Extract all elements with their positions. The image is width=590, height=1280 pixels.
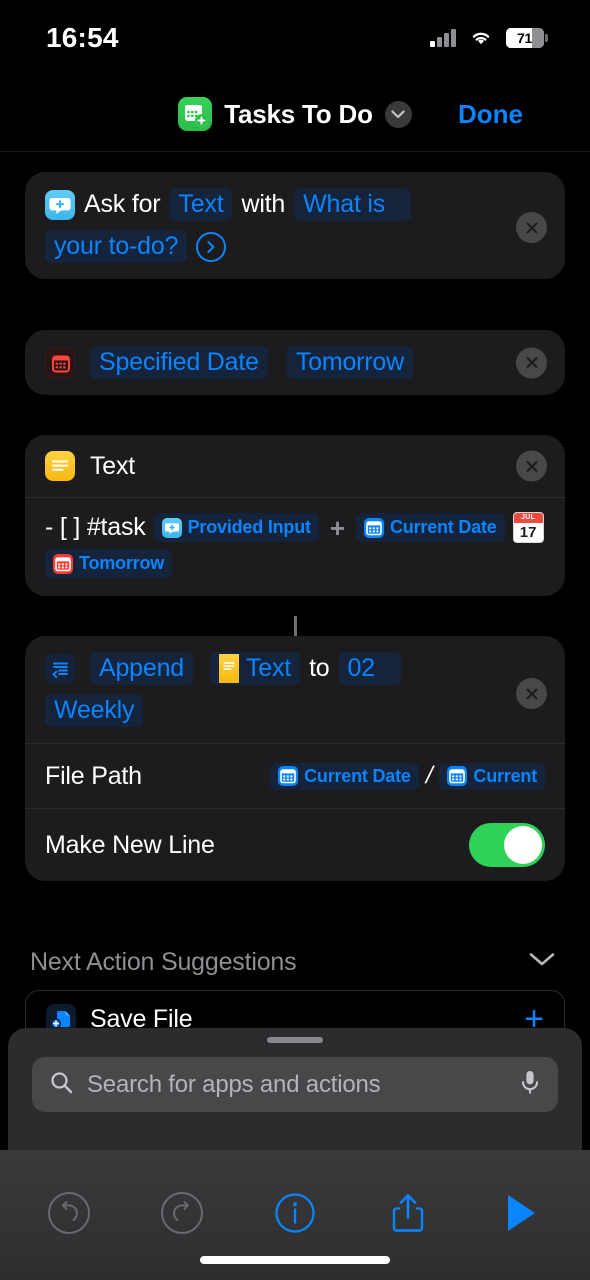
cellular-bars-icon (430, 29, 456, 47)
next-action-suggestions-header[interactable]: Next Action Suggestions (0, 942, 590, 982)
token-label: Current Date (304, 765, 411, 786)
page-title: Tasks To Do (224, 98, 373, 129)
ask-for-input-mini-icon (161, 517, 182, 538)
status-indicators: 71 (430, 28, 548, 48)
token-date-mode[interactable]: Specified Date (90, 346, 268, 379)
token-target-line2[interactable]: Weekly (45, 694, 144, 727)
token-prompt-line1[interactable]: What is (294, 188, 412, 221)
shortcut-title-group[interactable]: Tasks To Do (178, 97, 412, 131)
action-title-text: Text (90, 451, 136, 480)
token-append-subject[interactable]: Text (210, 652, 301, 685)
close-icon[interactable] (516, 347, 547, 378)
search-icon (49, 1070, 74, 1100)
token-current-date-2[interactable]: Current (439, 762, 545, 790)
share-icon[interactable] (382, 1187, 434, 1239)
shortcut-canvas: Ask for Text with What is your to-do? Sp… (0, 152, 590, 1048)
calendar-red-mini-icon (53, 553, 73, 574)
token-provided-input[interactable]: Provided Input (153, 513, 319, 542)
editor-toolbar (0, 1150, 590, 1280)
param-label: Make New Line (45, 830, 215, 859)
token-prompt-line2[interactable]: your to-do? (45, 230, 188, 263)
action-card-date[interactable]: Specified Date Tomorrow (25, 330, 565, 395)
action-card-append[interactable]: Append Text to 02 Weekly File Path Curre… (25, 636, 565, 881)
chevron-down-icon[interactable] (529, 952, 555, 972)
calendar-blue-mini-icon (364, 517, 384, 538)
text-mini-icon (219, 654, 239, 683)
path-separator: / (422, 762, 436, 789)
chevron-right-circle-icon[interactable] (196, 231, 227, 262)
search-bar[interactable] (32, 1057, 558, 1112)
calendar-blue-mini-icon (447, 766, 468, 786)
shortcuts-editor-screen: 16:54 71 Tasks To Do Done Ask for Text w… (0, 0, 590, 1280)
token-target-line1[interactable]: 02 (338, 652, 401, 685)
token-label: Current (473, 765, 537, 786)
suggestions-title: Next Action Suggestions (30, 947, 297, 976)
text-icon (45, 451, 75, 481)
calendar-emoji-month: JUL (513, 513, 543, 524)
battery-percent: 71 (517, 30, 532, 46)
token-input-type[interactable]: Text (169, 188, 233, 221)
token-current-date[interactable]: Current Date (356, 513, 505, 542)
action-row: Specified Date Tomorrow (25, 330, 565, 395)
token-tomorrow[interactable]: Tomorrow (45, 549, 173, 578)
calendar-add-icon (178, 97, 213, 131)
param-label: File Path (45, 761, 142, 790)
ask-for-input-icon (45, 189, 75, 220)
undo-icon[interactable] (43, 1187, 95, 1239)
calendar-emoji-day: 17 (519, 524, 537, 542)
play-icon[interactable] (495, 1187, 547, 1239)
action-row: Append Text to 02 Weekly (25, 636, 565, 743)
close-icon[interactable] (516, 678, 547, 709)
status-bar: 16:54 71 (0, 0, 590, 76)
param-value[interactable]: Current Date / Current (270, 762, 545, 790)
info-circle-icon[interactable] (269, 1187, 321, 1239)
microphone-icon[interactable] (519, 1069, 541, 1100)
wifi-icon (469, 29, 493, 47)
calendar-blue-mini-icon (278, 766, 299, 786)
chevron-down-icon[interactable] (384, 100, 412, 128)
action-row: Text (25, 435, 565, 497)
search-sheet (8, 1028, 582, 1150)
token-label: Tomorrow (79, 553, 165, 574)
calendar-emoji: JUL 17 (512, 512, 544, 544)
param-row-file-path[interactable]: File Path Current Date / Current (25, 744, 565, 808)
action-connector (294, 616, 297, 638)
token-label: Provided Input (187, 517, 311, 538)
done-button[interactable]: Done (458, 76, 590, 152)
action-row: Ask for Text with What is your to-do? (25, 172, 565, 279)
status-time: 16:54 (46, 22, 119, 53)
calendar-red-icon (45, 347, 75, 378)
action-word-with: with (241, 190, 286, 218)
close-icon[interactable] (516, 450, 547, 482)
token-date-value[interactable]: Tomorrow (286, 346, 413, 379)
param-row-make-new-line[interactable]: Make New Line (25, 809, 565, 881)
append-to-file-icon (45, 653, 75, 684)
token-label: Text (246, 654, 292, 682)
text-body-field[interactable]: - [ ] #task Provided Input + Current Dat… (25, 498, 565, 596)
text-body-prefix: - [ ] #task (45, 513, 146, 541)
plus-icon: + (329, 512, 345, 543)
sheet-grabber[interactable] (267, 1037, 323, 1043)
action-word-to: to (309, 654, 330, 682)
battery-icon: 71 (505, 28, 544, 48)
token-label: Current Date (390, 517, 497, 538)
token-current-date[interactable]: Current Date (270, 762, 419, 790)
close-icon[interactable] (516, 212, 547, 243)
home-indicator (200, 1256, 390, 1264)
action-card-ask-for-input[interactable]: Ask for Text with What is your to-do? (25, 172, 565, 279)
make-new-line-toggle[interactable] (469, 823, 545, 867)
redo-icon[interactable] (156, 1187, 208, 1239)
search-input[interactable] (87, 1070, 506, 1099)
action-word-ask-for: Ask for (84, 190, 161, 218)
token-append-verb[interactable]: Append (90, 652, 193, 685)
action-card-text[interactable]: Text - [ ] #task Provided Input + Curren… (25, 435, 565, 596)
